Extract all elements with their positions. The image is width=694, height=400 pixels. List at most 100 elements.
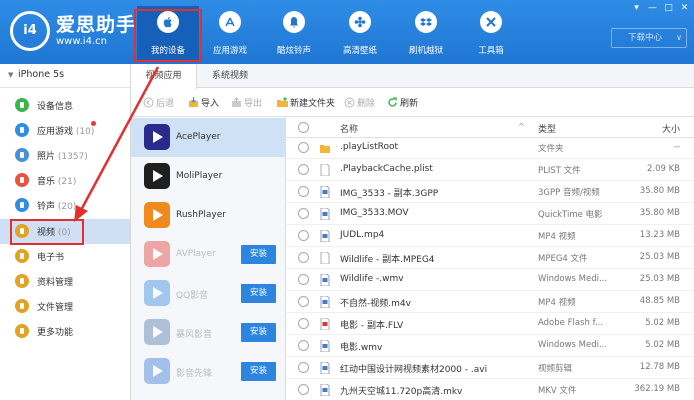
refresh-button[interactable]: 刷新 <box>387 96 418 110</box>
file-type: QuickTime 电影 <box>538 210 603 220</box>
file-name: Wildlife -.wmv <box>340 274 404 284</box>
sidebar-item[interactable]: 音乐 (21) <box>0 168 130 193</box>
tab-video-apps[interactable]: 视频应用 <box>131 64 197 89</box>
back-button[interactable]: 后退 <box>143 96 174 110</box>
device-selector[interactable]: ▼ iPhone 5s <box>0 64 130 88</box>
tab-system-videos[interactable]: 系统视频 <box>201 64 259 88</box>
file-type: Adobe Flash f... <box>538 318 604 328</box>
column-name-header[interactable]: 名称 <box>340 122 358 135</box>
download-center-button[interactable]: 下载中心 <box>611 28 687 48</box>
export-button[interactable]: 导出 <box>231 96 262 110</box>
import-button[interactable]: 导入 <box>188 96 219 110</box>
install-button[interactable]: 安装 <box>241 245 276 264</box>
install-button[interactable]: 安装 <box>241 323 276 342</box>
delete-button[interactable]: 删除 <box>344 96 375 110</box>
row-checkbox[interactable] <box>298 252 309 263</box>
sidebar-item[interactable]: 照片 (1357) <box>0 143 130 168</box>
table-row[interactable]: IMG_3533.MOV QuickTime 电影 35.80 MB <box>286 203 694 225</box>
delete-label: 删除 <box>357 99 376 109</box>
column-size-header[interactable]: 大小 <box>662 122 680 135</box>
app-list-item[interactable]: QQ影音 安装 <box>131 274 286 313</box>
new-folder-icon <box>277 97 288 108</box>
sidebar-item[interactable]: 设备信息 <box>0 93 130 118</box>
app-icon <box>144 319 170 345</box>
select-all-checkbox[interactable] <box>298 122 309 133</box>
install-button[interactable]: 安装 <box>241 284 276 303</box>
table-row[interactable]: .playListRoot 文件夹 -- <box>286 137 694 159</box>
nav-apps-games[interactable]: 应用游戏 <box>199 6 261 60</box>
file-size: 25.03 MB <box>639 252 680 262</box>
app-name: RushPlayer <box>176 210 226 220</box>
sidebar-item-label: 设备信息 <box>37 102 74 112</box>
sidebar-item[interactable]: 铃声 (20) <box>0 193 130 218</box>
nav-label: 高清壁纸 <box>342 46 377 56</box>
top-bar: i4 爱思助手 www.i4.cn 我的设备 应用游戏 酷炫铃声 高清壁纸 刷机… <box>0 0 694 64</box>
sidebar-item[interactable]: 电子书 <box>0 244 130 269</box>
table-row[interactable]: 红动中国设计网视频素材2000 - .avi 视频剪辑 12.78 MB <box>286 357 694 379</box>
row-checkbox[interactable] <box>298 384 309 395</box>
app-list-item[interactable]: AVPlayer 安装 <box>131 235 286 274</box>
table-row[interactable]: Wildlife - 副本.MPEG4 MPEG4 文件 25.03 MB <box>286 247 694 269</box>
nav-wallpapers[interactable]: 高清壁纸 <box>329 6 391 60</box>
video-file-icon <box>320 339 330 353</box>
table-row[interactable]: 不自然-视频.m4v MP4 视频 48.85 MB <box>286 291 694 313</box>
nav-label: 刷机越狱 <box>408 46 443 56</box>
app-list-item[interactable]: 影音先锋 安装 <box>131 352 286 391</box>
row-checkbox[interactable] <box>298 208 309 219</box>
maximize-button[interactable]: □ <box>663 3 674 14</box>
new-folder-button[interactable]: 新建文件夹 <box>277 96 335 110</box>
file-type: PLIST 文件 <box>538 166 581 176</box>
nav-ringtones[interactable]: 酷炫铃声 <box>263 6 325 60</box>
book-icon <box>15 249 29 263</box>
table-row[interactable]: 电影 - 副本.FLV Adobe Flash f... 5.02 MB <box>286 313 694 335</box>
app-list-item[interactable]: AcePlayer <box>131 118 286 157</box>
file-type: Windows Medi... <box>538 340 608 350</box>
app-list-item[interactable]: MoliPlayer <box>131 157 286 196</box>
row-checkbox[interactable] <box>298 230 309 241</box>
file-name: 不自然-视频.m4v <box>340 299 411 309</box>
table-row[interactable]: 九州天空城11.720p高清.mkv MKV 文件 362.19 MB <box>286 379 694 400</box>
video-file-icon <box>320 361 330 375</box>
folder-icon <box>320 142 330 154</box>
row-checkbox[interactable] <box>298 186 309 197</box>
row-checkbox[interactable] <box>298 164 309 175</box>
table-row[interactable]: JUDL.mp4 MP4 视频 13.23 MB <box>286 225 694 247</box>
sidebar-item-label: 更多功能 <box>37 328 74 338</box>
row-checkbox[interactable] <box>298 296 309 307</box>
row-checkbox[interactable] <box>298 318 309 329</box>
table-row[interactable]: .PlaybackCache.plist PLIST 文件 2.09 KB <box>286 159 694 181</box>
file-name: 电影.wmv <box>340 343 383 353</box>
row-checkbox[interactable] <box>298 142 309 153</box>
file-name: 红动中国设计网视频素材2000 - .avi <box>340 365 488 375</box>
new-folder-label: 新建文件夹 <box>290 99 336 109</box>
close-button[interactable]: ✕ <box>679 3 690 14</box>
file-name: Wildlife - 副本.MPEG4 <box>340 255 435 265</box>
minimize-button[interactable]: — <box>647 3 658 14</box>
table-row[interactable]: Wildlife -.wmv Windows Medi... 25.03 MB <box>286 269 694 291</box>
nav-flash-jailbreak[interactable]: 刷机越狱 <box>395 6 457 60</box>
sidebar-item[interactable]: 资料管理 <box>0 269 130 294</box>
video-file-icon <box>320 229 330 243</box>
column-type-header[interactable]: 类型 <box>538 122 556 135</box>
sort-asc-icon: ^ <box>518 122 525 131</box>
app-list-item[interactable]: 暴风影音 安装 <box>131 313 286 352</box>
tools-icon <box>480 11 502 33</box>
annotation-highlight-box <box>134 9 202 62</box>
sidebar-item[interactable]: 应用游戏 (10) <box>0 118 130 143</box>
install-button[interactable]: 安装 <box>241 362 276 381</box>
sidebar-item[interactable]: 更多功能 <box>0 319 130 344</box>
sidebar-item[interactable]: 文件管理 <box>0 294 130 319</box>
video-file-icon <box>320 383 330 397</box>
row-checkbox[interactable] <box>298 340 309 351</box>
app-list-item[interactable]: RushPlayer <box>131 196 286 235</box>
row-checkbox[interactable] <box>298 362 309 373</box>
file-size: 12.78 MB <box>639 362 680 372</box>
row-checkbox[interactable] <box>298 274 309 285</box>
sidebar-item-label: 音乐 (21) <box>37 177 77 187</box>
table-row[interactable]: IMG_3533 - 副本.3GPP 3GPP 音频/视频 35.80 MB <box>286 181 694 203</box>
table-row[interactable]: 电影.wmv Windows Medi... 5.02 MB <box>286 335 694 357</box>
skin-menu-button[interactable]: ▾ <box>631 3 642 14</box>
music-icon <box>15 173 29 187</box>
import-label: 导入 <box>201 99 220 109</box>
nav-toolbox[interactable]: 工具箱 <box>460 6 522 60</box>
